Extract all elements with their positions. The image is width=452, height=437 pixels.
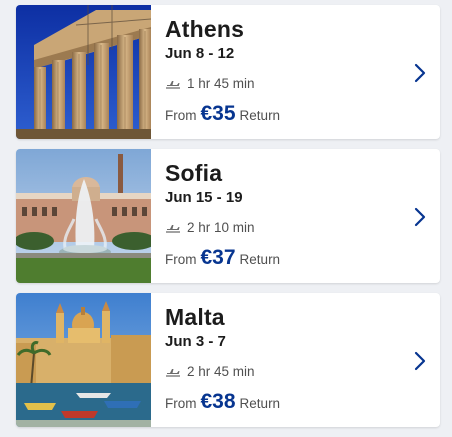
chevron-right-icon[interactable] <box>414 351 426 371</box>
destination-card-athens[interactable]: Athens Jun 8 - 12 1 hr 45 min From €35 R… <box>16 5 440 139</box>
destination-card-malta[interactable]: Malta Jun 3 - 7 2 hr 45 min From €38 Ret… <box>16 293 440 427</box>
destination-list: Athens Jun 8 - 12 1 hr 45 min From €35 R… <box>16 5 440 437</box>
airplane-icon <box>166 368 180 377</box>
travel-dates: Jun 8 - 12 <box>165 45 235 62</box>
travel-dates: Jun 15 - 19 <box>165 189 243 206</box>
trip-type: Return <box>239 396 281 411</box>
travel-dates: Jun 3 - 7 <box>165 333 226 350</box>
price: €38 <box>200 390 236 413</box>
chevron-right-icon[interactable] <box>414 207 426 227</box>
sofia-photo <box>16 149 151 283</box>
flight-duration: 1 hr 45 min <box>187 76 255 91</box>
city-name: Malta <box>165 304 225 330</box>
destination-info: Sofia Jun 15 - 19 2 hr 10 min From €37 R… <box>151 149 440 283</box>
athens-photo <box>16 5 151 139</box>
price-row: From €37 Return <box>165 246 280 270</box>
trip-type: Return <box>239 252 281 267</box>
flight-duration-row: 2 hr 10 min <box>165 220 255 235</box>
chevron-right-icon[interactable] <box>414 63 426 83</box>
from-label: From <box>165 108 197 123</box>
price-row: From €35 Return <box>165 102 280 126</box>
airplane-icon <box>166 224 180 233</box>
flight-duration: 2 hr 10 min <box>187 220 255 235</box>
from-label: From <box>165 396 197 411</box>
flight-duration-row: 1 hr 45 min <box>165 76 255 91</box>
city-name: Sofia <box>165 160 223 186</box>
flight-duration: 2 hr 45 min <box>187 364 255 379</box>
price: €37 <box>200 246 236 269</box>
from-label: From <box>165 252 197 267</box>
airplane-icon <box>166 80 180 89</box>
flight-duration-row: 2 hr 45 min <box>165 364 255 379</box>
price-row: From €38 Return <box>165 390 280 414</box>
destination-card-sofia[interactable]: Sofia Jun 15 - 19 2 hr 10 min From €37 R… <box>16 149 440 283</box>
destination-info: Athens Jun 8 - 12 1 hr 45 min From €35 R… <box>151 5 440 139</box>
malta-photo <box>16 293 151 427</box>
city-name: Athens <box>165 16 245 42</box>
price: €35 <box>200 102 236 125</box>
destination-info: Malta Jun 3 - 7 2 hr 45 min From €38 Ret… <box>151 293 440 427</box>
trip-type: Return <box>239 108 281 123</box>
